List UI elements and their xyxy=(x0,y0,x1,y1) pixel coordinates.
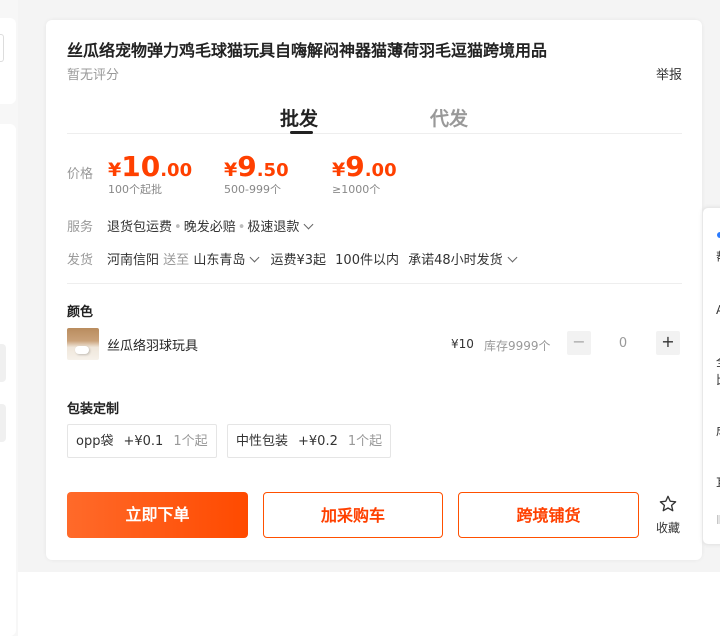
service-list[interactable]: 退货包运费 • 晚发必赔 • 极速退款 xyxy=(107,216,314,235)
color-option-price: ¥10 xyxy=(451,337,474,351)
favorite-button[interactable]: 收藏 xyxy=(646,494,690,536)
quantity-value[interactable]: 0 xyxy=(611,336,635,351)
shipping-row: 河南信阳 送至 山东青岛 运费¥3起 100件以内 承诺48小时发货 xyxy=(107,249,518,268)
packaging-section-title: 包装定制 xyxy=(67,402,120,417)
left-panel xyxy=(0,0,18,636)
price-range: ≥1000个 xyxy=(332,183,381,196)
panel-text: 帮 xyxy=(716,248,720,265)
panel-text: Ⅱ xyxy=(716,513,720,527)
packaging-option[interactable]: opp袋 +¥0.1 1个起 xyxy=(67,424,217,458)
color-section-title: 颜色 xyxy=(67,305,94,320)
tab-divider xyxy=(67,133,682,134)
price-range: 500-999个 xyxy=(224,183,281,196)
ship-fee: 运费¥3起 xyxy=(270,253,327,268)
price-value: ¥9.00 xyxy=(332,150,397,183)
chevron-down-icon[interactable] xyxy=(303,219,314,230)
left-tab[interactable] xyxy=(0,404,6,442)
chevron-down-icon[interactable] xyxy=(507,252,518,263)
packaging-option[interactable]: 中性包装 +¥0.2 1个起 xyxy=(227,424,392,458)
tab-wholesale[interactable]: 批发 xyxy=(280,104,318,131)
favorite-label: 收藏 xyxy=(655,521,680,535)
ship-promise[interactable]: 承诺48小时发货 xyxy=(408,252,518,268)
section-divider xyxy=(67,283,682,284)
panel-text: 全 xyxy=(716,353,720,370)
price-tier: ¥9.50 500-999个 xyxy=(224,150,289,197)
service-item: 极速退款 xyxy=(247,220,300,235)
panel-text: 耳 xyxy=(716,474,720,491)
quantity-decrement-button[interactable]: − xyxy=(567,331,591,355)
floating-side-panel[interactable]: 帮 A 全 比 成 耳 Ⅱ xyxy=(702,207,720,545)
chevron-down-icon[interactable] xyxy=(249,252,260,263)
rating-text: 暂无评分 xyxy=(67,68,120,83)
price-tier: ¥9.00 ≥1000个 xyxy=(332,150,397,197)
price-tier: ¥10.00 100个起批 xyxy=(108,150,192,197)
panel-text: A xyxy=(716,303,720,317)
cross-border-list-button[interactable]: 跨境铺货 xyxy=(458,492,639,538)
color-option-stock: 库存9999个 xyxy=(484,339,551,353)
service-item: 退货包运费 xyxy=(107,220,173,235)
ship-qty: 100件以内 xyxy=(335,253,399,268)
color-option-name: 丝瓜络羽球玩具 xyxy=(107,339,199,354)
page-bottom-area xyxy=(18,572,720,636)
quantity-increment-button[interactable]: + xyxy=(656,331,680,355)
product-title: 丝瓜络宠物弹力鸡毛球猫玩具自嗨解闷神器猫薄荷羽毛逗猫跨境用品 xyxy=(67,41,548,60)
ship-to-word: 送至 xyxy=(163,253,190,268)
panel-text: 比 xyxy=(716,371,720,388)
tab-active-indicator xyxy=(290,131,313,134)
product-card: 丝瓜络宠物弹力鸡毛球猫玩具自嗨解闷神器猫薄荷羽毛逗猫跨境用品 暂无评分 举报 批… xyxy=(46,20,702,560)
price-label: 价格 xyxy=(67,167,94,182)
price-value: ¥9.50 xyxy=(224,150,289,183)
add-to-cart-button[interactable]: 加采购车 xyxy=(263,492,443,538)
service-item: 晚发必赔 xyxy=(183,220,236,235)
price-range: 100个起批 xyxy=(108,183,162,196)
left-input-edge[interactable] xyxy=(0,34,4,62)
service-label: 服务 xyxy=(67,220,94,235)
ship-to-selector[interactable]: 山东青岛 xyxy=(193,252,260,268)
tab-dropship[interactable]: 代发 xyxy=(430,104,468,131)
panel-text: 成 xyxy=(716,422,720,439)
price-value: ¥10.00 xyxy=(108,150,193,183)
product-thumbnail[interactable] xyxy=(67,328,99,360)
buy-now-button[interactable]: 立即下单 xyxy=(67,492,248,538)
star-icon xyxy=(659,495,677,512)
ship-from: 河南信阳 xyxy=(107,253,160,268)
report-link[interactable]: 举报 xyxy=(656,64,682,83)
shipping-label: 发货 xyxy=(67,253,94,268)
left-tab[interactable] xyxy=(0,344,6,382)
